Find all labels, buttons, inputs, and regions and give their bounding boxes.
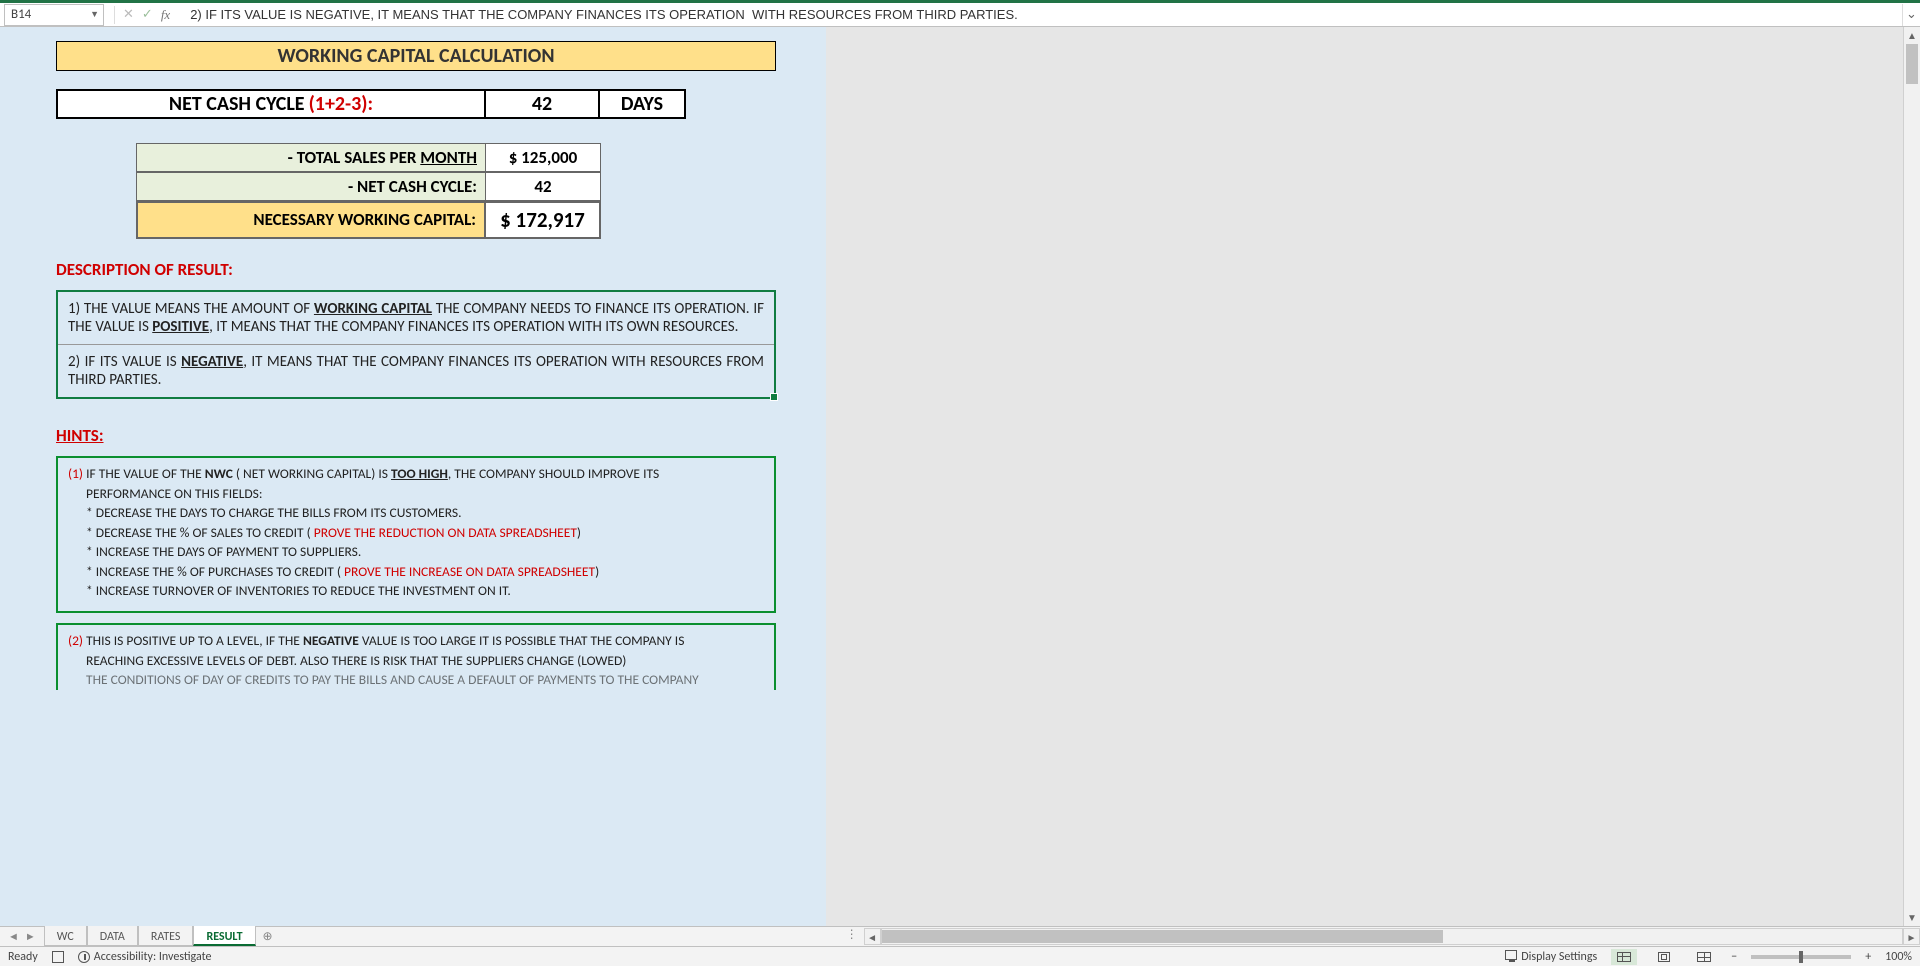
scroll-down-icon[interactable]: ▼ bbox=[1904, 909, 1920, 926]
status-ready: Ready bbox=[8, 950, 38, 964]
net-cash-cycle-row: NET CASH CYCLE (1+2-3): 42 DAYS bbox=[56, 89, 826, 119]
scroll-right-icon[interactable]: ► bbox=[1903, 928, 1920, 945]
macro-record-icon[interactable] bbox=[52, 951, 64, 963]
tab-nav-prev-icon[interactable]: ◄ bbox=[8, 930, 19, 943]
hints-block-2[interactable]: (2) THIS IS POSITIVE UP TO A LEVEL, IF T… bbox=[56, 623, 776, 690]
tab-options-icon[interactable]: ⋮ bbox=[840, 927, 864, 946]
tab-spacer bbox=[280, 927, 840, 946]
mini-table: - TOTAL SALES PER MONTH $ 125,000 - NET … bbox=[136, 143, 601, 239]
sheet-tabs: WC DATA RATES RESULT bbox=[44, 927, 256, 946]
hint-line: THE CONDITIONS OF DAY OF CREDITS TO PAY … bbox=[86, 670, 764, 690]
table-row: - TOTAL SALES PER MONTH $ 125,000 bbox=[136, 143, 601, 172]
ncc-unit: DAYS bbox=[600, 89, 686, 119]
monitor-icon bbox=[1505, 950, 1517, 960]
zoom-in-button[interactable]: + bbox=[1865, 950, 1871, 964]
table-row: - NET CASH CYCLE: 42 bbox=[136, 172, 601, 201]
accept-icon[interactable]: ✓ bbox=[142, 7, 153, 22]
hints-heading: HINTS: bbox=[56, 425, 826, 446]
name-box[interactable]: B14 ▼ bbox=[4, 4, 104, 26]
view-page-break-button[interactable] bbox=[1691, 949, 1717, 965]
accessibility-status[interactable]: Accessibility: Investigate bbox=[78, 950, 212, 964]
scroll-up-icon[interactable]: ▲ bbox=[1904, 27, 1920, 44]
page-icon bbox=[1658, 952, 1670, 962]
accessibility-label: Accessibility: Investigate bbox=[94, 950, 212, 964]
ncc-label: NET CASH CYCLE (1+2-3): bbox=[56, 89, 486, 119]
hint-line: * INCREASE THE % OF PURCHASES TO CREDIT … bbox=[86, 562, 764, 582]
description-block[interactable]: 1) THE VALUE MEANS THE AMOUNT OF WORKING… bbox=[56, 290, 776, 399]
tab-rates[interactable]: RATES bbox=[138, 926, 194, 946]
hint-line: REACHING EXCESSIVE LEVELS OF DEBT. ALSO … bbox=[86, 651, 764, 671]
view-page-layout-button[interactable] bbox=[1651, 949, 1677, 965]
hint-line: * DECREASE THE DAYS TO CHARGE THE BILLS … bbox=[86, 503, 764, 523]
status-bar: Ready Accessibility: Investigate Display… bbox=[0, 946, 1920, 966]
zoom-level[interactable]: 100% bbox=[1885, 950, 1912, 964]
description-1[interactable]: 1) THE VALUE MEANS THE AMOUNT OF WORKING… bbox=[58, 292, 774, 345]
accessibility-icon bbox=[78, 951, 90, 963]
nwc-value: $ 172,917 bbox=[486, 201, 601, 239]
chevron-down-icon[interactable]: ▼ bbox=[90, 9, 99, 20]
hint-line: PERFORMANCE ON THIS FIELDS: bbox=[86, 484, 764, 504]
hint-line: * INCREASE TURNOVER OF INVENTORIES TO RE… bbox=[86, 581, 764, 601]
ncc-value: 42 bbox=[486, 89, 600, 119]
cancel-icon[interactable]: ✕ bbox=[123, 7, 134, 22]
description-2[interactable]: 2) IF ITS VALUE IS NEGATIVE, IT MEANS TH… bbox=[58, 345, 774, 397]
zoom-slider[interactable] bbox=[1751, 955, 1851, 959]
sheet-tab-bar: ◄ ► WC DATA RATES RESULT ⊕ ⋮ ◄ ► bbox=[0, 926, 1920, 946]
horizontal-scrollbar[interactable]: ◄ ► bbox=[864, 927, 1920, 946]
view-normal-button[interactable] bbox=[1611, 949, 1637, 965]
hint-line: (2) THIS IS POSITIVE UP TO A LEVEL, IF T… bbox=[68, 631, 764, 651]
formula-bar: B14 ▼ ✕ ✓ fx ⌄ bbox=[0, 3, 1920, 27]
ncc-mini-label: - NET CASH CYCLE: bbox=[136, 172, 486, 201]
hint-line: * INCREASE THE DAYS OF PAYMENT TO SUPPLI… bbox=[86, 542, 764, 562]
tab-wc[interactable]: WC bbox=[44, 926, 87, 946]
grid-icon bbox=[1617, 952, 1631, 962]
vertical-scrollbar[interactable]: ▲ ▼ bbox=[1903, 27, 1920, 926]
tab-result[interactable]: RESULT bbox=[193, 926, 255, 946]
total-sales-label: - TOTAL SALES PER MONTH bbox=[136, 143, 486, 172]
unused-area: ▲ ▼ bbox=[826, 27, 1920, 926]
table-row: NECESSARY WORKING CAPITAL: $ 172,917 bbox=[136, 201, 601, 239]
nwc-label: NECESSARY WORKING CAPITAL: bbox=[136, 201, 486, 239]
ncc-label-text: NET CASH CYCLE bbox=[169, 92, 305, 116]
tab-data[interactable]: DATA bbox=[87, 926, 138, 946]
fx-icon[interactable]: fx bbox=[161, 7, 170, 23]
title-box: WORKING CAPITAL CALCULATION bbox=[56, 41, 776, 71]
formula-bar-buttons: ✕ ✓ fx bbox=[114, 6, 176, 24]
ncc-mini-value: 42 bbox=[486, 172, 601, 201]
hint-line: (1) IF THE VALUE OF THE NWC ( NET WORKIN… bbox=[68, 464, 764, 484]
zoom-knob[interactable] bbox=[1799, 951, 1803, 963]
formula-input[interactable] bbox=[186, 4, 1902, 26]
page-break-icon bbox=[1697, 952, 1711, 962]
hint-line: * DECREASE THE % OF SALES TO CREDIT ( PR… bbox=[86, 523, 764, 543]
work-area: WORKING CAPITAL CALCULATION NET CASH CYC… bbox=[0, 27, 1920, 926]
tab-nav-buttons[interactable]: ◄ ► bbox=[0, 927, 44, 946]
add-sheet-button[interactable]: ⊕ bbox=[256, 927, 280, 946]
description-heading: DESCRIPTION OF RESULT: bbox=[56, 259, 826, 280]
scroll-thumb[interactable] bbox=[1906, 44, 1918, 84]
display-settings-button[interactable]: Display Settings bbox=[1505, 950, 1597, 964]
separator bbox=[114, 6, 115, 24]
total-sales-value: $ 125,000 bbox=[486, 143, 601, 172]
zoom-out-button[interactable]: − bbox=[1731, 950, 1737, 964]
expand-formula-button[interactable]: ⌄ bbox=[1902, 4, 1920, 26]
ncc-label-formula: (1+2-3): bbox=[309, 92, 373, 116]
scroll-track[interactable] bbox=[881, 928, 1903, 945]
hints-block-1[interactable]: (1) IF THE VALUE OF THE NWC ( NET WORKIN… bbox=[56, 456, 776, 613]
scroll-thumb[interactable] bbox=[882, 930, 1443, 943]
scroll-left-icon[interactable]: ◄ bbox=[864, 928, 881, 945]
worksheet-result[interactable]: WORKING CAPITAL CALCULATION NET CASH CYC… bbox=[0, 27, 826, 926]
cell-reference: B14 bbox=[11, 7, 31, 22]
tab-nav-next-icon[interactable]: ► bbox=[25, 930, 36, 943]
